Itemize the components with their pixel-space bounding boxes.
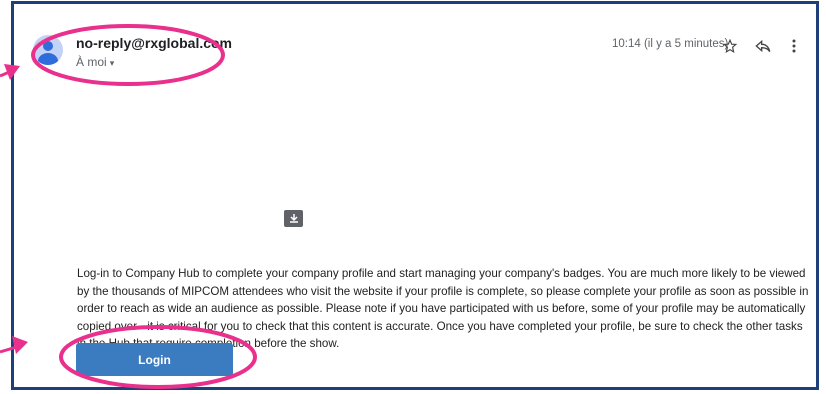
email-body-text: Log-in to Company Hub to complete your c… bbox=[77, 267, 809, 350]
login-button[interactable]: Login bbox=[76, 343, 233, 376]
reply-icon[interactable] bbox=[753, 36, 773, 56]
avatar-head bbox=[43, 41, 53, 51]
avatar-body bbox=[38, 53, 58, 65]
download-icon[interactable] bbox=[284, 210, 303, 227]
avatar-icon[interactable] bbox=[33, 35, 63, 65]
more-vert-icon[interactable] bbox=[784, 36, 804, 56]
sender-email[interactable]: no-reply@rxglobal.com bbox=[76, 35, 232, 51]
chevron-down-icon[interactable]: ▾ bbox=[110, 58, 115, 68]
star-icon[interactable] bbox=[720, 36, 740, 56]
recipient-dropdown[interactable]: À moi ▾ bbox=[76, 55, 114, 69]
recipient-label: À moi bbox=[76, 55, 107, 69]
timestamp: 10:14 (il y a 5 minutes) bbox=[612, 38, 729, 50]
